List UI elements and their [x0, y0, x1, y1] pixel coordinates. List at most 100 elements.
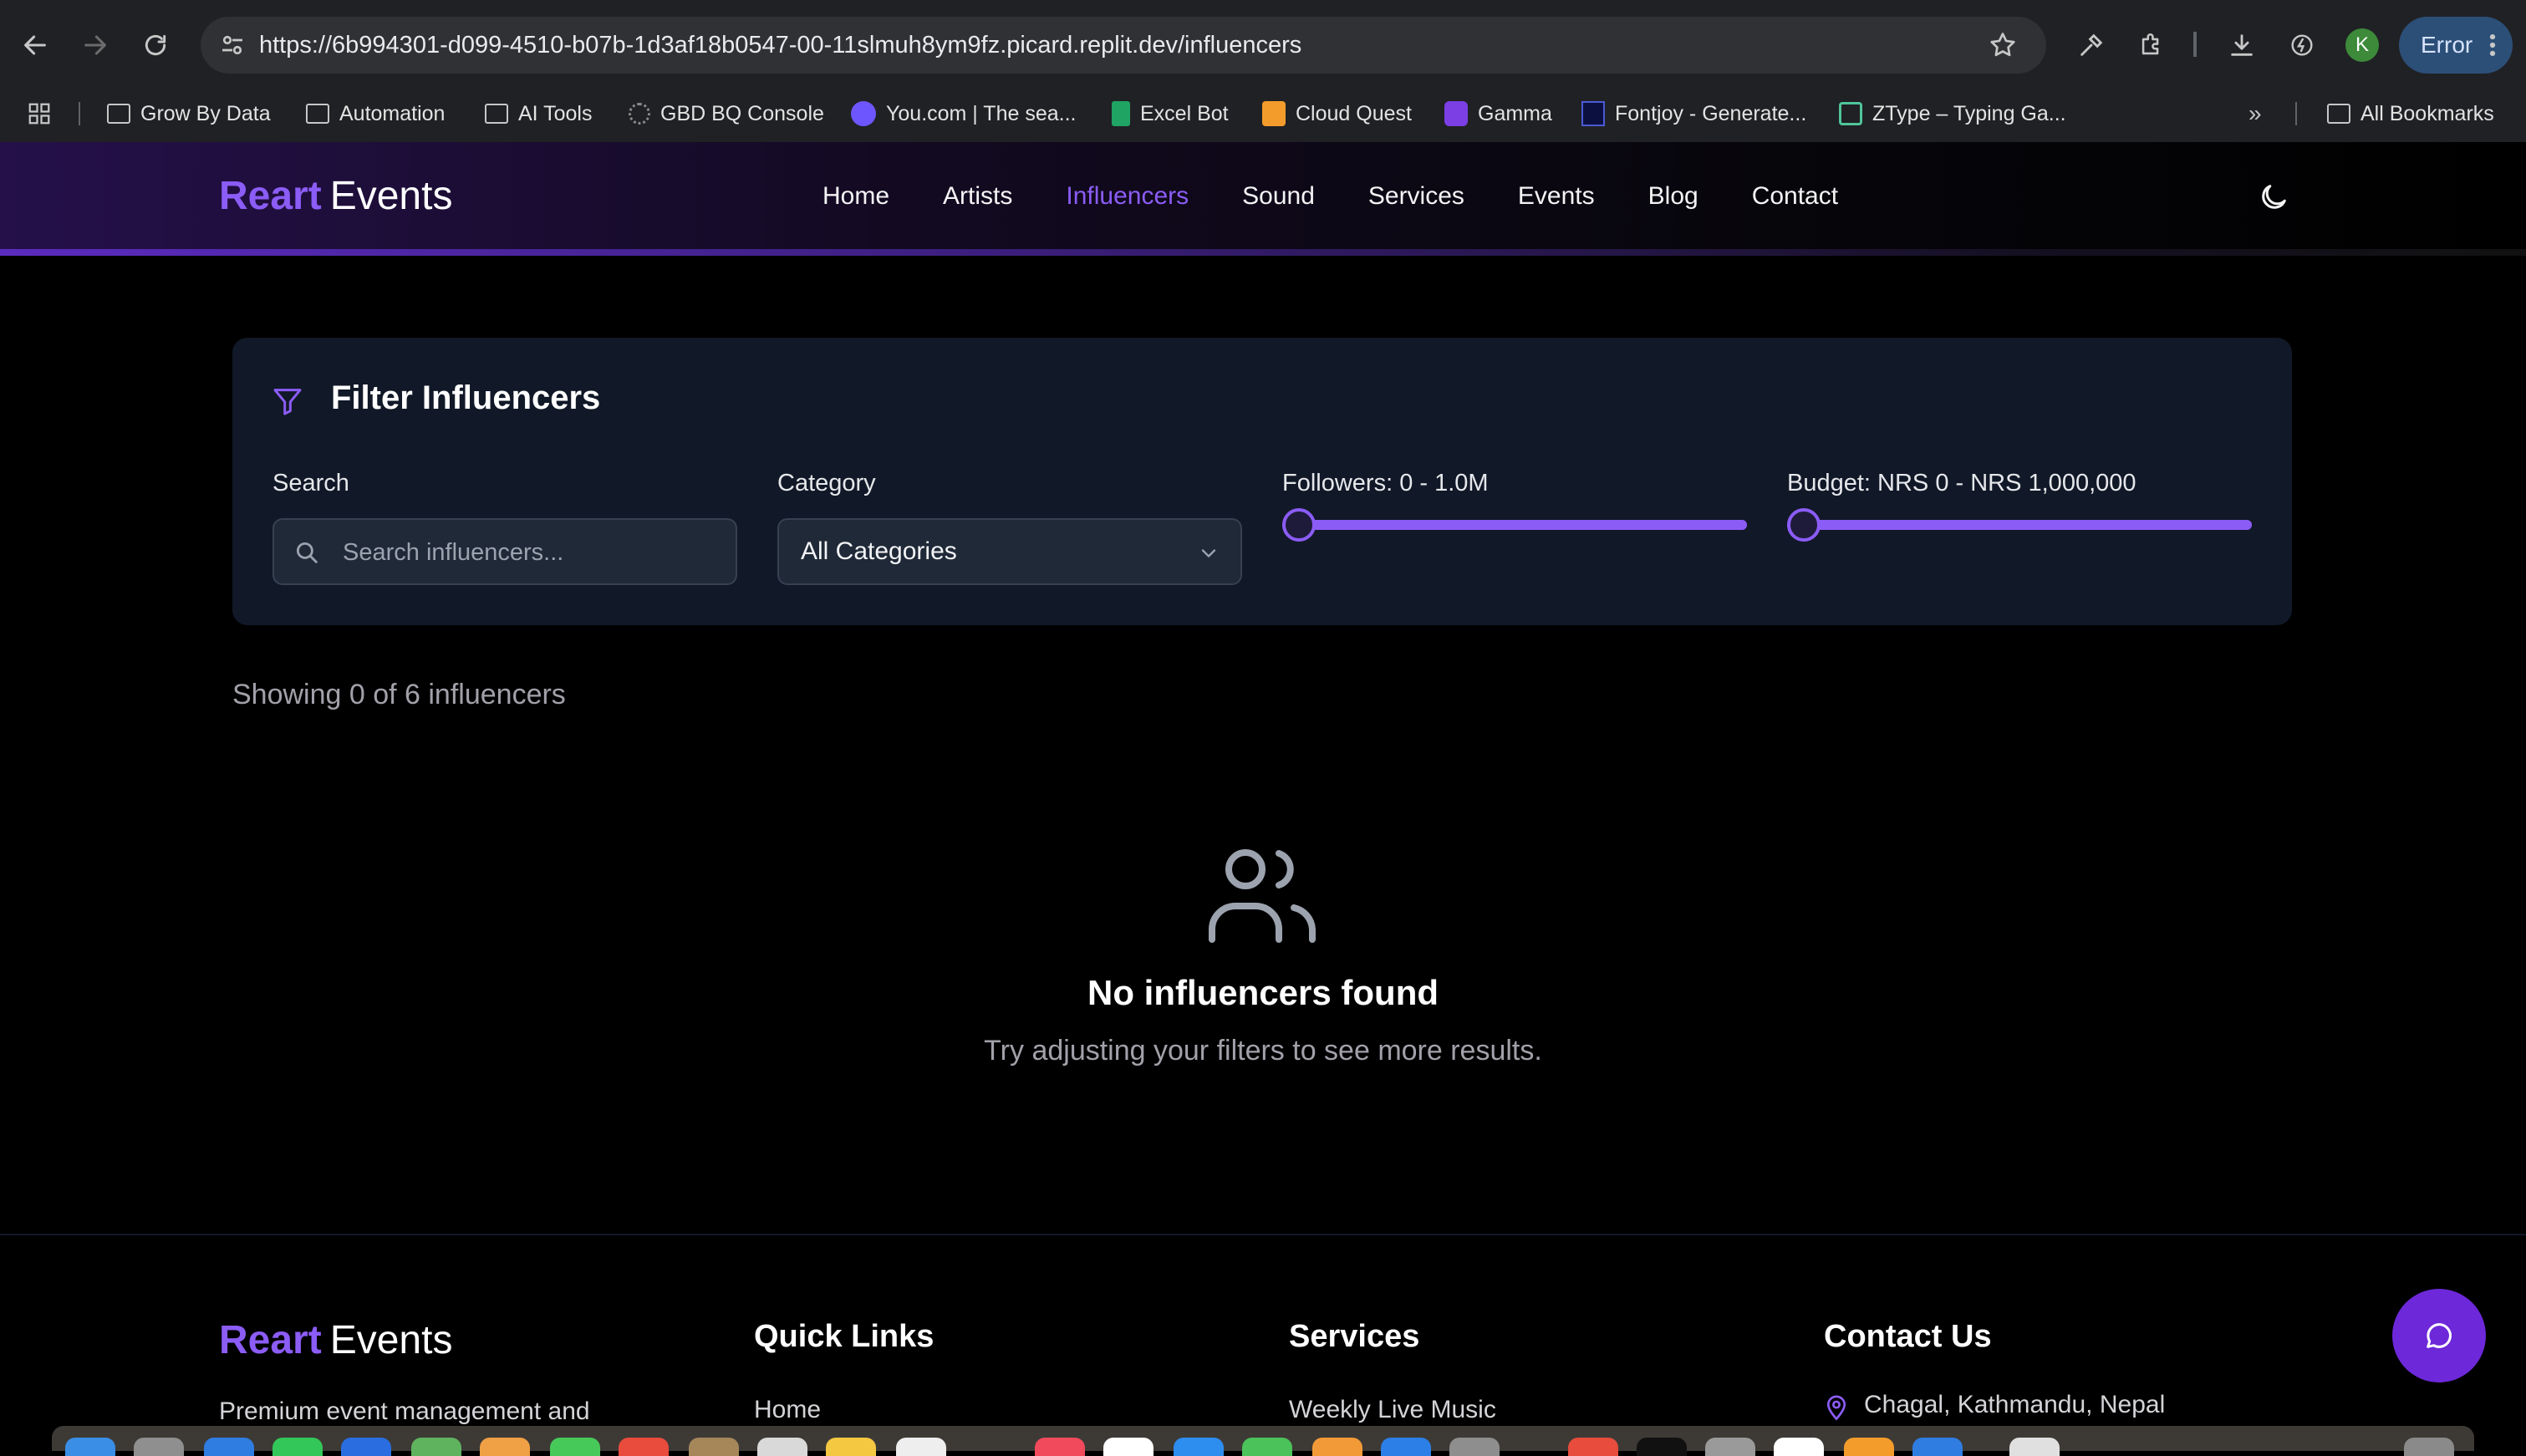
bookmark-fontjoy[interactable]: Fontjoy - Generate...	[1581, 87, 1806, 140]
dock-app-safari[interactable]	[204, 1438, 254, 1456]
dock-app[interactable]	[1705, 1438, 1755, 1456]
sheets-icon	[1112, 101, 1130, 126]
dock-app-settings[interactable]	[1449, 1438, 1500, 1456]
nav-blog[interactable]: Blog	[1648, 182, 1698, 211]
site-logo[interactable]: Reart Events	[219, 142, 452, 251]
nav-services[interactable]: Services	[1368, 182, 1464, 211]
logo-secondary: Events	[329, 174, 453, 218]
menu-kebab-icon[interactable]	[2476, 27, 2509, 64]
dock-app[interactable]	[1242, 1438, 1292, 1456]
filter-title: Filter Influencers	[331, 379, 601, 416]
site-settings-icon[interactable]	[217, 30, 247, 60]
dock-app[interactable]	[689, 1438, 739, 1456]
bookmark-grow-by-data[interactable]: Grow By Data	[107, 87, 271, 140]
dock-app[interactable]	[134, 1438, 184, 1456]
profile-avatar[interactable]: K	[2345, 28, 2379, 62]
url-host: https://6b994301-d099-4510-b07b-1d3af18b…	[259, 32, 1178, 59]
folder-icon	[107, 104, 130, 124]
bookmark-label: GBD BQ Console	[660, 102, 824, 125]
bookmark-ai-tools[interactable]: AI Tools	[485, 87, 592, 140]
nav-contact[interactable]: Contact	[1752, 182, 1838, 211]
filter-icon	[271, 384, 304, 418]
dock-app[interactable]	[1637, 1438, 1687, 1456]
reload-icon[interactable]	[137, 27, 174, 64]
eyedropper-icon[interactable]	[2073, 27, 2110, 64]
followers-slider-thumb[interactable]	[1282, 508, 1316, 542]
bookmark-label: ZType – Typing Ga...	[1872, 102, 2066, 125]
nav-home[interactable]: Home	[822, 182, 889, 211]
followers-label: Followers: 0 - 1.0M	[1282, 470, 1489, 496]
bookmark-star-icon[interactable]	[1988, 30, 2018, 60]
dock-app-calendar[interactable]	[619, 1438, 669, 1456]
performance-icon[interactable]	[2284, 27, 2320, 64]
bookmark-cloud-quest[interactable]: Cloud Quest	[1262, 87, 1412, 140]
dock-app-music[interactable]	[1035, 1438, 1085, 1456]
nav-artists[interactable]: Artists	[943, 182, 1012, 211]
fontjoy-icon	[1581, 101, 1605, 126]
bookmark-gbd-bq-console[interactable]: GBD BQ Console	[629, 87, 824, 140]
dock-app[interactable]	[1312, 1438, 1362, 1456]
dock-app[interactable]	[757, 1438, 807, 1456]
bookmarks-divider	[79, 102, 80, 125]
followers-slider[interactable]	[1282, 508, 1747, 542]
dock-app-notes[interactable]	[826, 1438, 876, 1456]
dock-app[interactable]	[896, 1438, 946, 1456]
dock-app-maps[interactable]	[411, 1438, 461, 1456]
contact-title: Contact Us	[1824, 1319, 1992, 1354]
bookmark-label: Grow By Data	[140, 102, 271, 125]
dock-app[interactable]	[1912, 1438, 1963, 1456]
category-select[interactable]: All Categories	[777, 518, 1242, 585]
more-bookmarks-chevron-icon[interactable]: »	[2248, 87, 2262, 140]
nav-influencers[interactable]: Influencers	[1066, 182, 1189, 211]
empty-state-title: No influencers found	[1087, 973, 1439, 1012]
search-icon	[293, 538, 321, 567]
dock-app-facetime[interactable]	[550, 1438, 600, 1456]
extensions-icon[interactable]	[2133, 27, 2170, 64]
footer-service-weekly-live-music[interactable]: Weekly Live Music	[1289, 1396, 1496, 1424]
dock-app[interactable]	[1568, 1438, 1618, 1456]
dock-app-messages[interactable]	[272, 1438, 323, 1456]
search-input[interactable]	[341, 520, 712, 585]
bookmark-label: Gamma	[1478, 102, 1552, 125]
dock-app[interactable]	[1844, 1438, 1894, 1456]
dock-app-photos[interactable]	[480, 1438, 530, 1456]
dock-app[interactable]	[2009, 1438, 2060, 1456]
all-bookmarks-label: All Bookmarks	[2360, 102, 2494, 125]
bookmark-excel-bot[interactable]: Excel Bot	[1112, 87, 1229, 140]
moon-icon[interactable]	[2257, 181, 2290, 214]
apps-grid-icon[interactable]	[27, 87, 52, 140]
bookmark-gamma[interactable]: Gamma	[1444, 87, 1552, 140]
search-field[interactable]	[272, 518, 737, 585]
bookmark-automation[interactable]: Automation	[306, 87, 445, 140]
bookmark-ztype[interactable]: ZType – Typing Ga...	[1839, 87, 2066, 140]
dock-trash[interactable]	[2404, 1438, 2454, 1456]
dock-app-app-store[interactable]	[1174, 1438, 1224, 1456]
browser-toolbar: https://6b994301-d099-4510-b07b-1d3af18b…	[0, 8, 2526, 82]
chat-button[interactable]	[2392, 1289, 2486, 1382]
dock-app[interactable]	[1103, 1438, 1154, 1456]
category-label: Category	[777, 470, 876, 496]
bigquery-icon	[629, 103, 650, 125]
dock-app[interactable]	[1381, 1438, 1431, 1456]
dock-app-finder[interactable]	[65, 1438, 115, 1456]
bookmark-youcom[interactable]: You.com | The sea...	[851, 87, 1076, 140]
all-bookmarks[interactable]: All Bookmarks	[2327, 87, 2494, 140]
back-icon[interactable]	[17, 27, 53, 64]
bookmark-label: Fontjoy - Generate...	[1615, 102, 1807, 125]
search-label: Search	[272, 470, 349, 496]
category-value: All Categories	[801, 537, 957, 565]
nav-events[interactable]: Events	[1518, 182, 1595, 211]
dock-app[interactable]	[1774, 1438, 1824, 1456]
folder-icon	[485, 104, 508, 124]
budget-slider-thumb[interactable]	[1787, 508, 1821, 542]
address-bar[interactable]: https://6b994301-d099-4510-b07b-1d3af18b…	[201, 17, 2046, 74]
nav-sound[interactable]: Sound	[1242, 182, 1315, 211]
download-icon[interactable]	[2223, 27, 2260, 64]
browser-chrome: https://6b994301-d099-4510-b07b-1d3af18b…	[0, 0, 2526, 142]
dock-app-mail[interactable]	[341, 1438, 391, 1456]
forward-icon[interactable]	[77, 27, 114, 64]
empty-state-subtitle: Try adjusting your filters to see more r…	[984, 1035, 1542, 1067]
budget-slider[interactable]	[1787, 508, 2252, 542]
footer-link-home[interactable]: Home	[754, 1396, 821, 1424]
bookmark-label: Excel Bot	[1140, 102, 1229, 125]
